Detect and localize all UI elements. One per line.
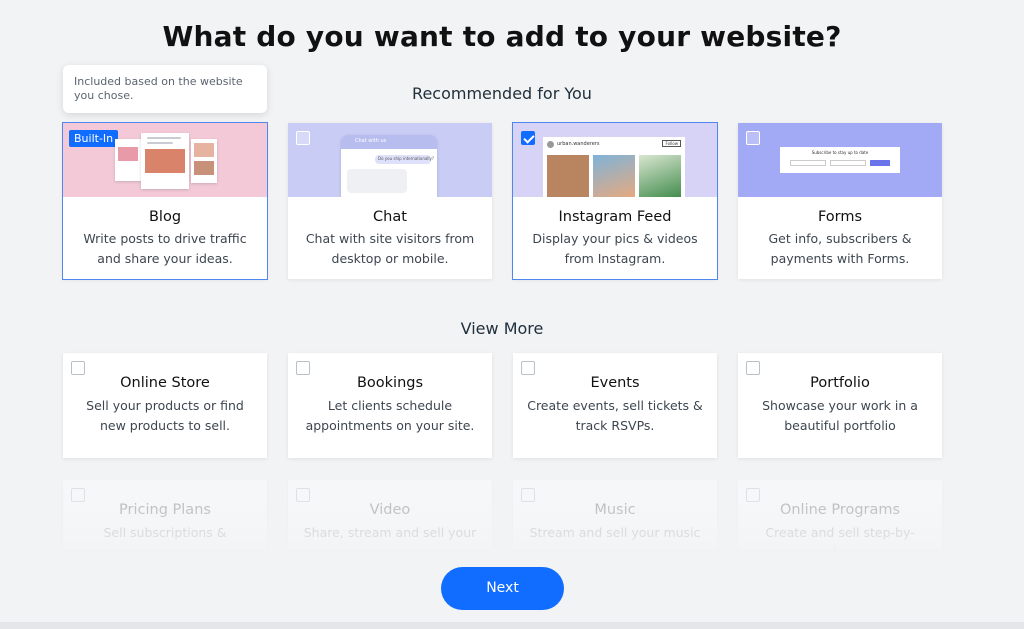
card-title: Blog	[148, 209, 182, 225]
avatar	[547, 141, 554, 148]
card-description: Get info, subscribers & payments with Fo…	[768, 231, 912, 266]
blog-preview-card	[115, 139, 141, 181]
card-title: Video	[369, 502, 411, 518]
follow-button: Follow	[662, 140, 681, 147]
next-button[interactable]: Next	[441, 567, 564, 610]
card-title: Instagram Feed	[558, 209, 672, 225]
checkbox[interactable]	[71, 361, 85, 375]
card-description: Let clients schedule appointments on you…	[305, 398, 475, 433]
card-portfolio[interactable]: Portfolio Showcase your work in a beauti…	[738, 353, 942, 458]
checkbox[interactable]	[296, 131, 310, 145]
card-description: Write posts to drive traffic and share y…	[83, 231, 247, 266]
card-title: Music	[594, 502, 636, 518]
card-title: Bookings	[356, 375, 424, 391]
card-online-programs[interactable]: Online Programs Create and sell step-by-…	[738, 480, 942, 550]
built-in-badge: Built-In	[69, 130, 119, 147]
checkbox[interactable]	[296, 361, 310, 375]
instagram-thumbnail: urban.wanderers Follow	[513, 123, 717, 197]
card-instagram-feed[interactable]: urban.wanderers Follow Instagram Feed Di…	[512, 122, 718, 280]
card-bookings[interactable]: Bookings Let clients schedule appointmen…	[288, 353, 492, 458]
checkbox-checked[interactable]	[521, 131, 535, 145]
blog-preview-card	[141, 133, 189, 189]
forms-thumbnail: Subscribe to stay up to date	[738, 123, 942, 197]
instagram-photo	[639, 155, 681, 197]
card-title: Events	[590, 375, 640, 391]
card-events[interactable]: Events Create events, sell tickets & tra…	[513, 353, 717, 458]
instagram-photo	[593, 155, 635, 197]
chat-header-text: Chat with us	[355, 138, 387, 144]
card-title: Pricing Plans	[119, 502, 211, 518]
checkbox[interactable]	[746, 361, 760, 375]
card-title: Online Programs	[779, 502, 901, 518]
blog-thumbnail: Built-In	[63, 123, 267, 197]
card-description: Chat with site visitors from desktop or …	[305, 231, 475, 266]
card-description: Share, stream and sell your	[303, 525, 477, 540]
card-forms[interactable]: Subscribe to stay up to date Forms Get i…	[738, 123, 942, 279]
form-preview-text: Subscribe to stay up to date	[811, 150, 869, 155]
checkbox[interactable]	[746, 131, 760, 145]
checkbox[interactable]	[296, 488, 310, 502]
card-description: Display your pics & videos from Instagra…	[532, 231, 698, 266]
card-online-store[interactable]: Online Store Sell your products or find …	[63, 353, 267, 458]
card-title: Portfolio	[810, 375, 870, 391]
recommended-heading: Recommended for You	[412, 84, 592, 103]
card-video[interactable]: Video Share, stream and sell your	[288, 480, 492, 550]
card-description: Sell subscriptions &	[103, 525, 227, 540]
card-description: Stream and sell your music	[529, 525, 701, 540]
view-more-heading: View More	[460, 319, 544, 338]
card-chat[interactable]: Chat with us Do you ship internationally…	[288, 123, 492, 279]
card-title: Forms	[817, 209, 863, 225]
instagram-photo	[547, 155, 589, 197]
card-blog[interactable]: Built-In Blog Write posts to drive traff…	[62, 122, 268, 280]
chat-bubble-text: Do you ship internationally?	[378, 156, 435, 161]
checkbox[interactable]	[521, 361, 535, 375]
card-title: Online Store	[120, 375, 210, 391]
card-description: Sell your products or find new products …	[86, 398, 244, 433]
checkbox[interactable]	[746, 488, 760, 502]
instagram-handle: urban.wanderers	[557, 141, 600, 147]
chat-widget-preview: Chat with us Do you ship internationally…	[341, 135, 437, 197]
card-music[interactable]: Music Stream and sell your music	[513, 480, 717, 550]
checkbox[interactable]	[71, 488, 85, 502]
checkbox[interactable]	[521, 488, 535, 502]
form-widget-preview: Subscribe to stay up to date	[780, 147, 900, 173]
card-description: Create events, sell tickets & track RSVP…	[527, 398, 703, 433]
instagram-widget-preview: urban.wanderers Follow	[543, 137, 685, 197]
card-pricing-plans[interactable]: Pricing Plans Sell subscriptions &	[63, 480, 267, 550]
card-description: Showcase your work in a beautiful portfo…	[762, 398, 918, 433]
card-title: Chat	[373, 209, 407, 225]
card-description: Create and sell step-by-step	[765, 525, 915, 550]
page-title: What do you want to add to your website?	[162, 20, 842, 53]
footer-divider	[0, 622, 1024, 629]
blog-preview-card	[191, 139, 217, 183]
chat-thumbnail: Chat with us Do you ship internationally…	[288, 123, 492, 197]
